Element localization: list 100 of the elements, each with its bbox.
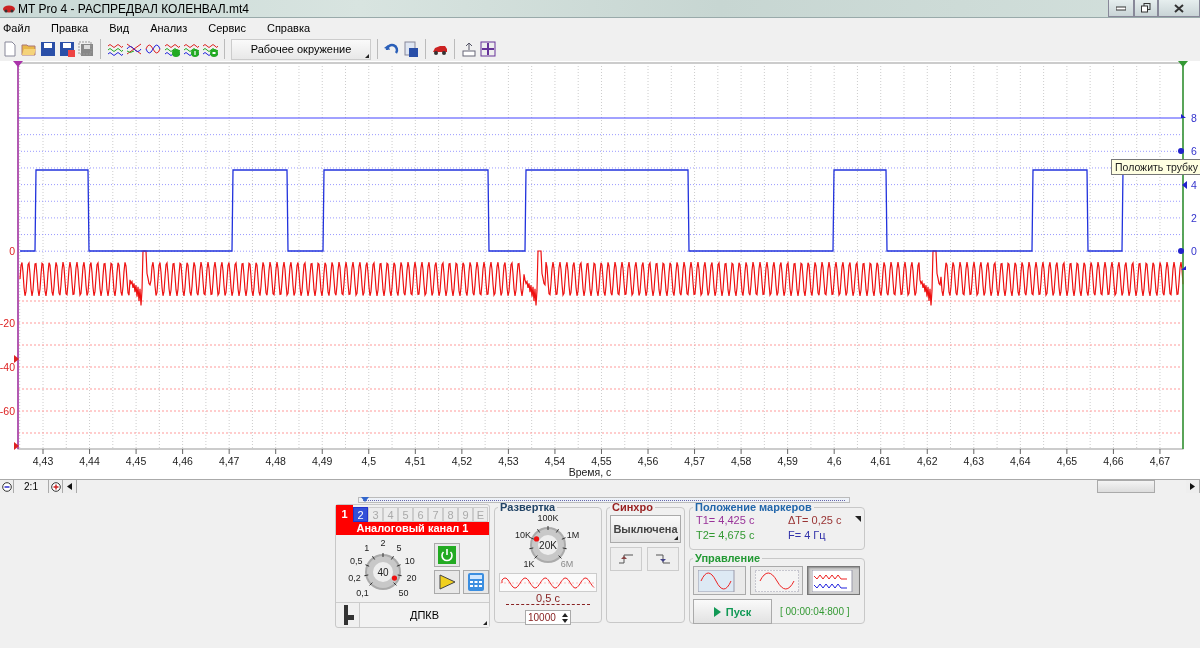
waveforms-check-icon[interactable] [164,41,180,57]
axis-tick-label: 4,43 [32,455,54,467]
level-marker-icon[interactable] [1178,148,1184,154]
dial-scale-label: 6M [560,559,574,570]
dial-scale-label: 0,5 [349,555,363,566]
workspace-dropdown[interactable]: Рабочее окружение [231,38,371,60]
play-button[interactable] [434,570,460,594]
axis-tick-label: 4,47 [218,455,240,467]
slider-thumb[interactable] [361,497,369,502]
sweep-mode-button[interactable] [750,566,803,595]
channel-tab[interactable]: 2 [353,507,368,522]
right-arrow-icon [1190,483,1195,490]
sensor-icon [341,605,354,625]
menu-item[interactable]: Справка [263,21,323,34]
sweep-mode-button[interactable] [693,566,746,595]
axis-tick-label: 4,46 [172,455,193,467]
panel-title: Положение маркеров [694,501,813,513]
axis-tick-label: 4,6 [826,455,842,467]
dial-scale-label: 100K [537,513,559,523]
level-marker-icon[interactable] [14,442,19,450]
zoom-in-button[interactable] [49,480,63,493]
axis-tick-label: 6 [1191,145,1197,157]
calculator-button[interactable] [463,570,489,594]
axis-tick-label: 4,45 [125,455,147,467]
level-marker-icon[interactable] [1181,266,1186,270]
axis-tick-label: 4,48 [265,455,286,467]
window-title: MT Pro 4 - РАСПРЕДВАЛ КОЛЕНВАЛ.mt4 [18,1,250,16]
app-logo-icon [3,3,15,14]
marker-reading: T2= 4,675 с [696,529,756,541]
menu-item[interactable]: Файл [0,21,43,34]
panel-menu-icon[interactable] [855,516,861,522]
scroll-sweep-icon [754,569,799,592]
sync-mode-dropdown[interactable]: Выключена [610,515,681,543]
scrollbar-thumb[interactable] [1097,480,1155,493]
dial-value: 20K [539,539,557,551]
axis-tick-label: 4,55 [591,455,612,467]
waveforms-badge-icon[interactable] [202,41,218,57]
dial-scale-label: 10K [515,529,532,540]
panel-title: Развертка [499,501,557,513]
axis-tick-label: 4,49 [312,455,333,467]
channel-title: Аналоговый канал 1 [336,522,489,535]
waveforms-icon[interactable] [107,41,123,57]
save-file-icon[interactable] [403,41,419,57]
calculator-icon [468,573,484,591]
restore-button[interactable] [1134,0,1158,17]
start-button[interactable]: Пуск [693,599,772,624]
crossing-waveforms-icon[interactable] [126,41,142,57]
axis-tick-label: 4,56 [637,455,659,467]
sweep-mode-button[interactable] [807,566,860,595]
level-marker-icon[interactable] [1178,248,1184,254]
axis-tick-label: 4,66 [1103,455,1124,467]
save-as-icon[interactable] [59,41,75,57]
axis-tick-label: 4,63 [963,455,984,467]
dial-scale-label: 5 [396,542,402,553]
power-icon [438,546,456,564]
level-marker-icon[interactable] [1182,181,1187,189]
dial-scale-label: 1K [523,559,535,570]
close-button[interactable] [1158,0,1200,17]
axis-tick-label: 4,51 [405,455,426,467]
gain-dial[interactable] [363,552,403,592]
rising-edge-icon [619,553,633,565]
axis-tick-label: -40 [0,361,15,373]
cursor-line[interactable] [13,61,23,450]
save-all-icon[interactable] [78,41,94,57]
waveforms-info-icon[interactable] [183,41,199,57]
axis-tick-label: 4,62 [917,455,938,467]
fit-view-icon[interactable] [480,41,496,57]
dial-value: 40 [377,566,389,578]
points-spinbox[interactable]: 10000 [525,610,571,625]
channel-tab[interactable]: 1 [336,505,353,522]
level-marker-icon[interactable] [14,355,19,363]
menu-item[interactable]: Правка [48,21,101,34]
play-icon [438,573,456,591]
menu-item[interactable]: Анализ [147,21,200,34]
axis-tick-label: 4,5 [361,455,377,467]
dial-scale-label: 0,2 [348,572,361,583]
elapsed-time: [ 00:00:04:800 ] [780,606,850,617]
axis-tick-label: -60 [0,405,15,417]
menu-item[interactable]: Вид [106,21,142,34]
axis-tick-label: 0 [9,245,15,257]
power-button[interactable] [434,543,460,567]
menu-item[interactable]: Сервис [205,21,258,34]
spin-arrows-icon[interactable] [562,612,568,623]
axis-tick-label: 4,59 [777,455,798,467]
axis-tick-label: 4,54 [544,455,566,467]
axis-tick-label: 4,44 [79,455,100,467]
axis-tick-label: 4 [1191,179,1197,191]
panel-slider[interactable] [358,497,850,503]
level-marker-icon[interactable] [1181,114,1186,118]
axis-tick-label: 4,52 [451,455,473,467]
axis-tick-label: 4,64 [1010,455,1031,467]
save-icon[interactable] [40,41,56,57]
dial-scale-label: 1M [566,529,580,540]
dial-scale-label: 2 [380,538,386,548]
sine-wave-icon[interactable] [145,41,161,57]
close-icon [1174,3,1184,13]
zoom-out-button[interactable] [0,480,14,493]
device-connect-icon[interactable] [461,41,477,57]
restore-icon [1141,3,1151,13]
axis-tick-label: 4,58 [730,455,752,467]
